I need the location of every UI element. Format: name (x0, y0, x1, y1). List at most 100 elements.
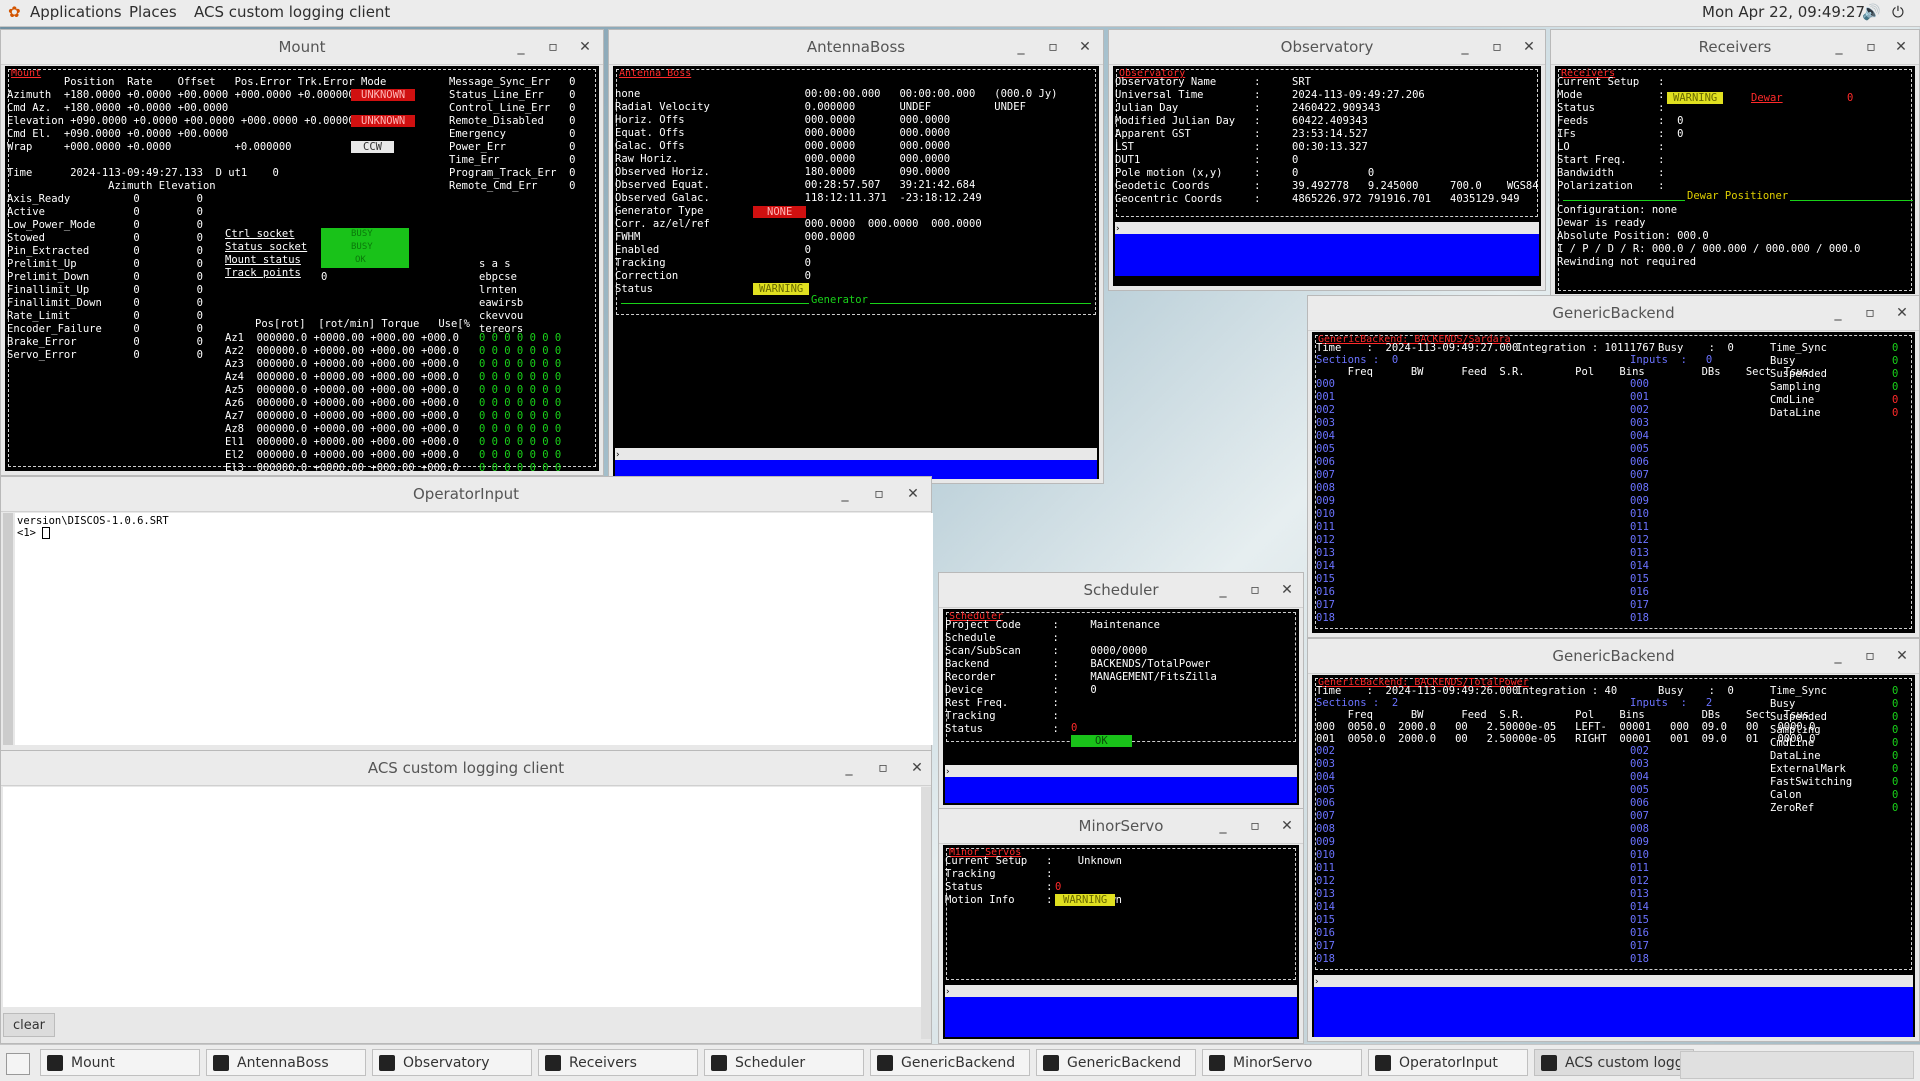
minimize-icon[interactable]: _ (1011, 37, 1031, 57)
status-badge: WARNING (753, 283, 810, 295)
minimize-icon[interactable]: _ (839, 758, 859, 778)
workspace-switcher[interactable] (1680, 1051, 1914, 1079)
taskbar-item[interactable]: GenericBackend (1036, 1049, 1196, 1076)
flag-value: 0 (1892, 776, 1899, 788)
antenna-line: Observed Horiz. 180.0000 090.0000 (615, 166, 951, 178)
titlebar[interactable]: Receivers _ ▫ ✕ (1551, 30, 1919, 65)
flag-label: DataLine (1770, 750, 1821, 762)
command-input[interactable]: › (1314, 975, 1913, 987)
minimize-icon[interactable]: _ (1213, 580, 1233, 600)
titlebar[interactable]: GenericBackend _ ▫ ✕ (1308, 296, 1919, 331)
app-icon (1541, 1055, 1557, 1071)
scrollbar[interactable] (3, 513, 13, 745)
clock[interactable]: Mon Apr 22, 09:49:27 (1702, 3, 1865, 21)
scrollbar[interactable] (921, 787, 931, 1039)
app-icon (379, 1055, 395, 1071)
show-desktop-icon[interactable] (6, 1053, 30, 1075)
motor-column-header: Pos[rot] [rot/min] Torque Use[% (255, 318, 470, 330)
titlebar[interactable]: AntennaBoss _ ▫ ✕ (609, 30, 1103, 65)
taskbar-item[interactable]: Observatory (372, 1049, 532, 1076)
antenna-line: Horiz. Offs 000.0000 000.0000 (615, 114, 951, 126)
generator-label: Generator (809, 294, 870, 307)
minimize-icon[interactable]: _ (1455, 37, 1475, 57)
taskbar-item[interactable]: Mount (40, 1049, 200, 1076)
minimize-icon[interactable]: _ (511, 37, 531, 57)
close-icon[interactable]: ✕ (1892, 303, 1912, 323)
receiver-line: Feeds : 0 (1557, 115, 1684, 127)
taskbar-item[interactable]: Scheduler (704, 1049, 864, 1076)
close-icon[interactable]: ✕ (1277, 580, 1297, 600)
operator-console[interactable]: version\DISCOS-1.0.6.SRT <1> (15, 513, 933, 745)
taskbar-item[interactable]: OperatorInput (1368, 1049, 1528, 1076)
close-icon[interactable]: ✕ (1891, 37, 1911, 57)
status-bits: 0 0 0 0 0 0 0 (479, 462, 562, 471)
titlebar[interactable]: Mount _ ▫ ✕ (1, 30, 603, 65)
taskbar-item[interactable]: MinorServo (1202, 1049, 1362, 1076)
mount-line: Prelimit_Up 0 0 (7, 258, 203, 270)
taskbar-item[interactable]: AntennaBoss (206, 1049, 366, 1076)
maximize-icon[interactable]: ▫ (1861, 37, 1881, 57)
minimize-icon[interactable]: _ (1828, 646, 1848, 666)
minimize-icon[interactable]: _ (1829, 37, 1849, 57)
taskbar-item-label: Observatory (403, 1055, 490, 1071)
maximize-icon[interactable]: ▫ (543, 37, 563, 57)
scheduler-line: Schedule : (945, 632, 1059, 644)
flag-label: Suspended (1770, 368, 1827, 380)
close-icon[interactable]: ✕ (1519, 37, 1539, 57)
receiver-line: LO : (1557, 141, 1665, 153)
flag-value: 0 (1892, 724, 1899, 736)
applications-menu[interactable]: Applications (30, 3, 122, 21)
titlebar[interactable]: OperatorInput _ ▫ ✕ (1, 477, 931, 512)
socket-status-block: BUSY BUSY OK (321, 228, 409, 268)
input-index: 009 (1630, 495, 1649, 507)
maximize-icon[interactable]: ▫ (1860, 646, 1880, 666)
close-icon[interactable]: ✕ (1892, 646, 1912, 666)
command-input[interactable]: › (945, 765, 1297, 777)
app-icon (711, 1055, 727, 1071)
minimize-icon[interactable]: _ (1828, 303, 1848, 323)
close-icon[interactable]: ✕ (1075, 37, 1095, 57)
minimize-icon[interactable]: _ (1213, 816, 1233, 836)
clear-button[interactable]: clear (3, 1013, 55, 1037)
maximize-icon[interactable]: ▫ (1043, 37, 1063, 57)
maximize-icon[interactable]: ▫ (869, 484, 889, 504)
taskbar-item[interactable]: GenericBackend (870, 1049, 1030, 1076)
power-icon[interactable]: ⏻ (1892, 3, 1904, 21)
antenna-line: Correction 0 (615, 270, 811, 282)
close-icon[interactable]: ✕ (907, 758, 927, 778)
taskbar-item[interactable]: ACS custom loggi... (1534, 1049, 1701, 1076)
titlebar[interactable]: GenericBackend _ ▫ ✕ (1308, 639, 1919, 674)
input-index: 007 (1630, 469, 1649, 481)
titlebar[interactable]: Scheduler _ ▫ ✕ (939, 573, 1303, 608)
flag-label: CmdLine (1770, 737, 1815, 749)
minimize-icon[interactable]: _ (835, 484, 855, 504)
places-menu[interactable]: Places (129, 3, 177, 21)
dewar-positioner-label: Dewar Positioner (1685, 190, 1791, 203)
close-icon[interactable]: ✕ (1277, 816, 1297, 836)
command-input[interactable]: › (945, 985, 1297, 997)
log-area[interactable] (3, 787, 921, 1007)
close-icon[interactable]: ✕ (903, 484, 923, 504)
input-index: 006 (1630, 797, 1649, 809)
close-icon[interactable]: ✕ (575, 37, 595, 57)
table-row: Az3 000000.0 +0000.00 +000.00 +000.0 (225, 358, 459, 370)
dewar-positioner-line: Configuration: none (1557, 204, 1678, 216)
output-area (1115, 234, 1539, 276)
table-row: Az7 000000.0 +0000.00 +000.00 +000.0 (225, 410, 459, 422)
titlebar[interactable]: MinorServo _ ▫ ✕ (939, 809, 1303, 844)
taskbar-item[interactable]: Receivers (538, 1049, 698, 1076)
active-app-menu[interactable]: ACS custom logging client (194, 3, 390, 21)
volume-icon[interactable]: 🔊 (1862, 3, 1881, 21)
command-input[interactable]: › (1115, 222, 1539, 234)
app-icon (213, 1055, 229, 1071)
command-input[interactable]: › (615, 448, 1097, 460)
input-index: 000 (1630, 378, 1649, 390)
maximize-icon[interactable]: ▫ (1487, 37, 1507, 57)
maximize-icon[interactable]: ▫ (873, 758, 893, 778)
console-prompt[interactable]: <1> (17, 527, 51, 540)
maximize-icon[interactable]: ▫ (1245, 816, 1265, 836)
maximize-icon[interactable]: ▫ (1245, 580, 1265, 600)
titlebar[interactable]: Observatory _ ▫ ✕ (1109, 30, 1545, 65)
maximize-icon[interactable]: ▫ (1860, 303, 1880, 323)
titlebar[interactable]: ACS custom logging client _ ▫ ✕ (1, 751, 931, 786)
